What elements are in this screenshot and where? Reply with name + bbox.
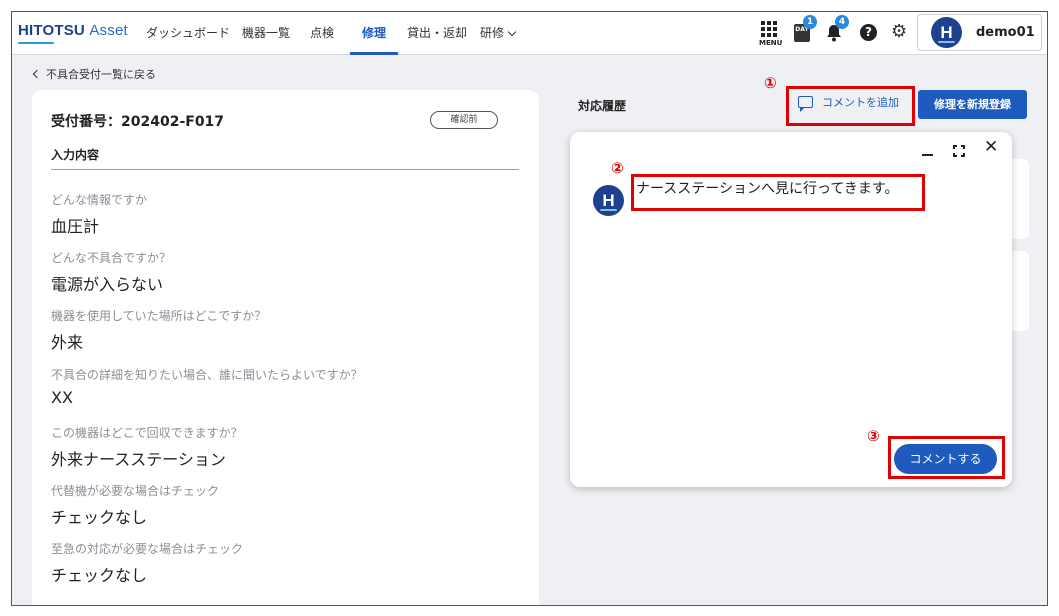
qa-item: この機器はどこで回収できますか？ 外来ナースステーション: [51, 426, 243, 469]
back-link[interactable]: 不具合受付一覧に戻る: [32, 66, 156, 82]
menu-grid-icon[interactable]: MENU: [759, 21, 782, 47]
qa-item: どんな情報ですか 血圧計: [51, 193, 148, 236]
new-repair-button[interactable]: 修理を新規登録: [918, 90, 1027, 119]
logo-underline: [18, 42, 54, 44]
annotation-number: ①: [764, 74, 777, 92]
top-header: HITOTSU Asset ダッシュボード 機器一覧 点検 修理 貸出・返却 研…: [12, 12, 1047, 55]
app-window: HITOTSU Asset ダッシュボード 機器一覧 点検 修理 貸出・返却 研…: [11, 11, 1048, 606]
comment-avatar: H: [593, 185, 624, 216]
calendar-day-icon[interactable]: DAY 1: [794, 15, 817, 42]
history-title: 対応履歴: [578, 99, 627, 113]
day-badge: 1: [803, 15, 817, 29]
nav-dashboard[interactable]: ダッシュボード: [146, 12, 230, 55]
close-icon[interactable]: ✕: [984, 139, 998, 156]
minimize-icon[interactable]: [922, 154, 933, 156]
notification-badge: 4: [835, 15, 849, 29]
annotation-box: [631, 174, 925, 211]
qa-item: 不具合の詳細を知りたい場合、誰に聞いたらよいですか？ XX: [51, 368, 363, 407]
bell-icon[interactable]: 4: [826, 15, 849, 46]
user-avatar: H: [931, 17, 962, 48]
annotation-box: [888, 436, 1005, 479]
chevron-left-icon: [32, 69, 42, 79]
annotation-number: ②: [611, 159, 624, 177]
nav-lending[interactable]: 貸出・返却: [407, 12, 467, 55]
section-title: 入力内容: [51, 148, 100, 162]
help-icon[interactable]: ?: [860, 24, 877, 41]
qa-item: 至急の対応が必要な場合はチェック チェックなし: [51, 542, 244, 585]
user-menu[interactable]: H demo01: [917, 14, 1042, 51]
receipt-card: 受付番号：202402-F017 確認前 入力内容 どんな情報ですか 血圧計 どん…: [32, 90, 539, 605]
nav-training[interactable]: 研修: [480, 12, 517, 55]
nav-equipment-list[interactable]: 機器一覧: [242, 12, 290, 55]
receipt-number: 受付番号：202402-F017: [51, 114, 225, 130]
chevron-down-icon: [507, 27, 517, 37]
divider: [51, 169, 519, 170]
gear-icon[interactable]: ⚙: [891, 23, 907, 41]
annotation-number: ③: [867, 427, 880, 445]
qa-item: 機器を使用していた場所はどこですか？ 外来: [51, 309, 267, 352]
username: demo01: [976, 25, 1035, 40]
annotation-box: [786, 86, 915, 126]
qa-item: 代替機が必要な場合はチェック チェックなし: [51, 484, 220, 527]
qa-item: どんな不具合ですか？ 電源が入らない: [51, 251, 172, 294]
expand-icon[interactable]: [953, 145, 965, 157]
status-badge: 確認前: [430, 111, 498, 129]
app-logo[interactable]: HITOTSU Asset: [18, 22, 128, 39]
nav-inspection[interactable]: 点検: [310, 12, 334, 55]
nav-repair[interactable]: 修理: [349, 12, 399, 55]
